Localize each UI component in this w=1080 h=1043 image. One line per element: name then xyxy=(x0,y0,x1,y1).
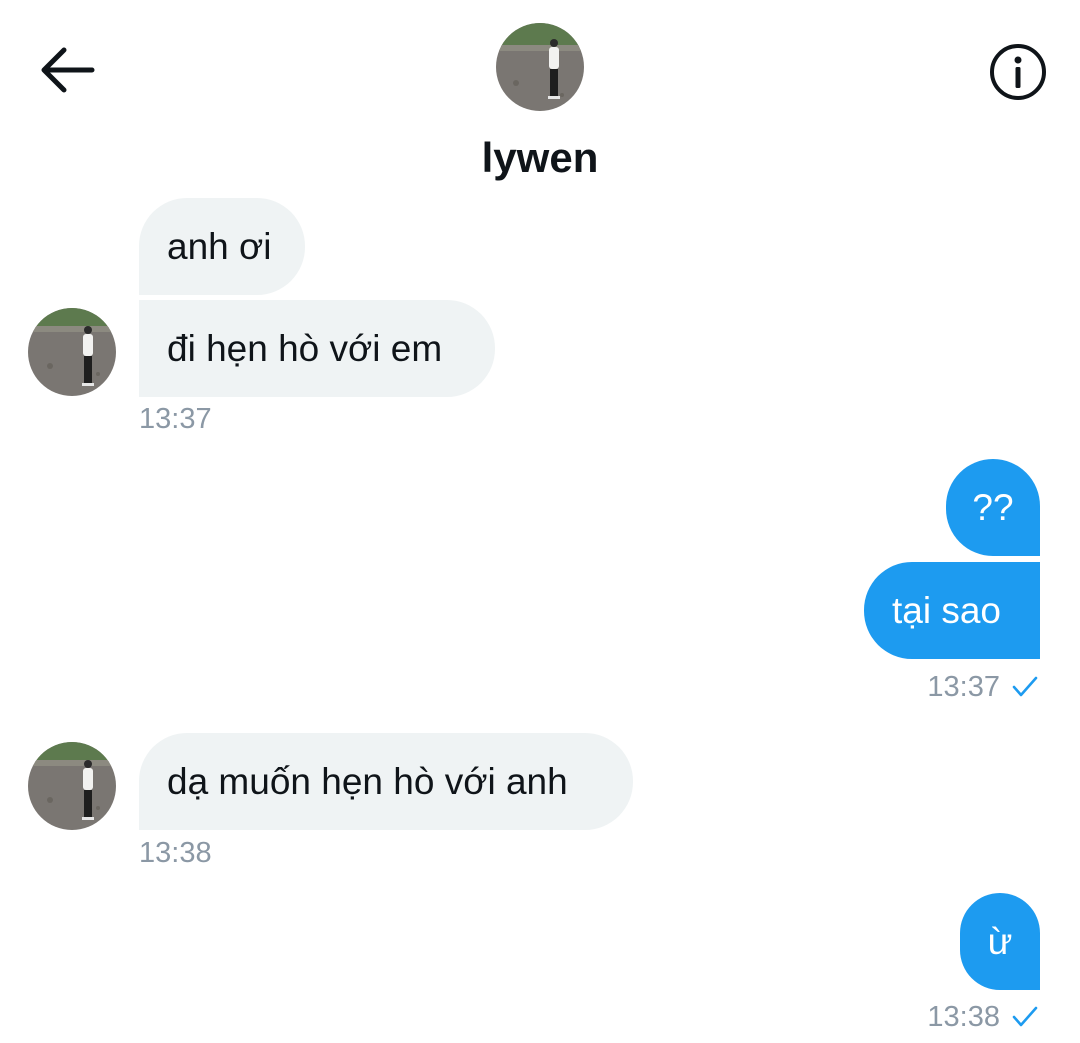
sender-avatar[interactable] xyxy=(28,742,116,830)
message-timestamp: 13:38 xyxy=(927,1001,1000,1033)
avatar-photo xyxy=(28,742,116,830)
avatar-photo xyxy=(496,23,584,111)
info-circle-icon xyxy=(990,44,1046,100)
message-bubble-incoming[interactable]: dạ muốn hẹn hò với anh xyxy=(139,733,633,830)
message-bubble-outgoing[interactable]: tại sao xyxy=(864,562,1040,659)
message-bubble-outgoing[interactable]: ?? xyxy=(946,459,1040,556)
conversation-info-button[interactable] xyxy=(988,43,1048,103)
contact-avatar[interactable] xyxy=(496,23,584,111)
message-timestamp: 13:37 xyxy=(139,403,212,435)
message-status-row: 13:38 xyxy=(927,999,1038,1035)
message-timestamp: 13:38 xyxy=(139,837,212,869)
sender-avatar[interactable] xyxy=(28,308,116,396)
avatar-photo xyxy=(28,308,116,396)
message-status-row: 13:37 xyxy=(927,669,1038,705)
message-bubble-incoming[interactable]: anh ơi xyxy=(139,198,305,295)
message-bubble-incoming[interactable]: đi hẹn hò với em xyxy=(139,300,495,397)
arrow-left-icon xyxy=(41,47,95,93)
back-button[interactable] xyxy=(34,42,98,98)
contact-name: lywen xyxy=(481,134,599,181)
check-icon xyxy=(1012,1006,1038,1027)
check-icon xyxy=(1012,676,1038,697)
message-bubble-outgoing[interactable]: ừ xyxy=(960,893,1040,990)
message-timestamp: 13:37 xyxy=(927,671,1000,703)
